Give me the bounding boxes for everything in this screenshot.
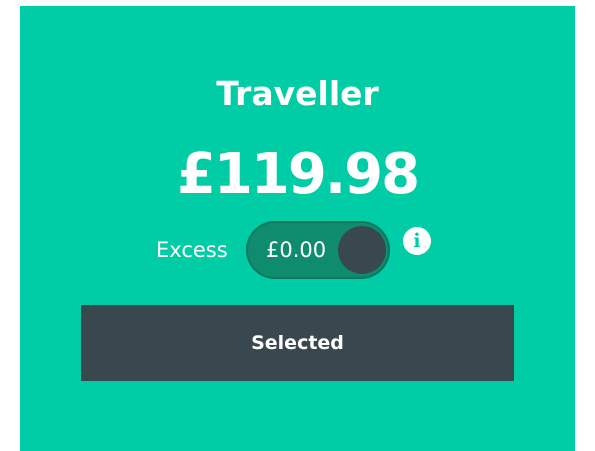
excess-toggle[interactable]: £0.00 — [246, 221, 390, 279]
excess-value: £0.00 — [266, 238, 327, 262]
info-icon[interactable]: i — [403, 227, 431, 255]
plan-title: Traveller — [216, 74, 379, 113]
plan-price: £119.98 — [176, 142, 420, 207]
excess-label: Excess — [156, 238, 228, 262]
selected-button[interactable]: Selected — [81, 305, 514, 381]
plan-card: Traveller £119.98 Excess £0.00 i Selecte… — [20, 6, 575, 451]
toggle-knob[interactable] — [338, 226, 386, 274]
